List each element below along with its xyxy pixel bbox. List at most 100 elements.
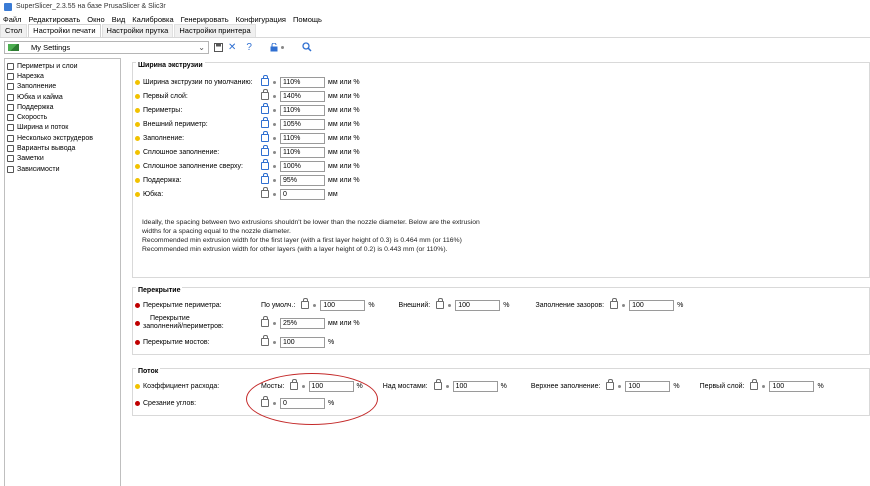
sidebar-item-dependencies[interactable]: Зависимости — [5, 164, 120, 174]
extrusion-note: Ideally, the spacing between two extrusi… — [142, 219, 480, 253]
infill-overlap-input[interactable]: 25% — [280, 317, 325, 329]
menu-configuration[interactable]: Конфигурация — [236, 15, 286, 24]
app-icon — [4, 2, 12, 11]
unlock-icon[interactable] — [261, 103, 269, 114]
lock-icon[interactable] — [606, 379, 615, 390]
menu-help[interactable]: Помощь — [293, 15, 322, 24]
perimeter-overlap-default-input[interactable]: 100 — [320, 299, 366, 311]
bullet-icon — [273, 340, 276, 344]
lock-icon[interactable] — [610, 298, 619, 309]
bullet-icon — [273, 94, 276, 98]
settings-sidebar: Периметры и слои Нарезка Заполнение Юбка… — [4, 58, 121, 486]
infill-icon — [7, 83, 14, 91]
extrusion-row: Сплошное заполнение: 110% мм или % — [133, 145, 360, 158]
extrusion-row: Ширина экструзии по умолчанию: 110% мм и… — [133, 75, 360, 88]
lock-icon[interactable] — [261, 335, 269, 346]
extrusion-row: Сплошное заполнение сверху: 100% мм или … — [133, 159, 360, 172]
skirt-width-input[interactable]: 0 — [280, 188, 325, 200]
status-dot — [135, 302, 140, 308]
menu-edit[interactable]: Редактировать — [28, 15, 80, 24]
delete-preset-icon[interactable]: ✕ — [228, 41, 236, 53]
search-icon[interactable] — [302, 41, 312, 53]
sidebar-item-notes[interactable]: Заметки — [5, 154, 120, 164]
unlock-icon[interactable] — [261, 131, 269, 142]
tab-filament-settings[interactable]: Настройки прутка — [101, 24, 174, 37]
chevron-down-icon: ⌄ — [198, 42, 205, 52]
layers-icon — [7, 62, 14, 70]
save-preset-icon[interactable] — [214, 41, 223, 53]
menu-file[interactable]: Файл — [3, 15, 21, 24]
top-solid-infill-width-input[interactable]: 100% — [280, 160, 325, 172]
external-perimeter-width-input[interactable]: 105% — [280, 118, 325, 130]
unlock-icon[interactable] — [261, 117, 269, 128]
sidebar-item-layers-perimeters[interactable]: Периметры и слои — [5, 61, 120, 71]
menu-calibration[interactable]: Калибровка — [132, 15, 173, 24]
support-width-input[interactable]: 95% — [280, 174, 325, 186]
lock-icon[interactable] — [436, 298, 445, 309]
status-dot — [135, 107, 140, 113]
bridges-overlap-row: Перекрытие мостов: 100 % — [133, 335, 334, 348]
tab-plater[interactable]: Стол — [0, 24, 28, 37]
help-icon[interactable]: ? — [246, 41, 252, 53]
sidebar-item-multiple-extruders[interactable]: Несколько экструдеров — [5, 133, 120, 143]
output-icon — [7, 145, 14, 153]
unlock-icon[interactable] — [261, 173, 269, 184]
first-layer-flow-input[interactable]: 100 — [769, 380, 815, 392]
preset-name: My Settings — [31, 42, 71, 52]
lock-icon[interactable] — [261, 89, 269, 100]
bullet-icon — [762, 384, 766, 388]
status-dot — [135, 149, 140, 155]
sidebar-item-slicing[interactable]: Нарезка — [5, 71, 120, 81]
menu-window[interactable]: Окно — [87, 15, 104, 24]
status-dot — [135, 79, 140, 85]
preset-flag-icon — [8, 43, 19, 51]
lock-icon[interactable] — [261, 187, 269, 198]
menu-view[interactable]: Вид — [112, 15, 126, 24]
perimeters-width-input[interactable]: 110% — [280, 104, 325, 116]
tab-printer-settings[interactable]: Настройки принтера — [174, 24, 256, 37]
bridges-overlap-input[interactable]: 100 — [280, 336, 325, 348]
preset-dropdown[interactable]: My Settings ⌄ — [4, 40, 209, 54]
extrusion-row: Периметры: 110% мм или % — [133, 103, 360, 116]
status-dot — [135, 383, 140, 389]
over-bridge-flow-input[interactable]: 100 — [452, 380, 498, 392]
external-perimeter-overlap-input[interactable]: 100 — [455, 299, 501, 311]
sidebar-item-output-options[interactable]: Варианты вывода — [5, 143, 120, 153]
status-dot — [135, 191, 140, 197]
lock-mode-icon[interactable] — [270, 41, 278, 53]
tab-print-settings[interactable]: Настройки печати — [28, 24, 101, 37]
lock-icon[interactable] — [261, 316, 269, 327]
unlock-icon[interactable] — [261, 145, 269, 156]
extrusion-row: Поддержка: 95% мм или % — [133, 173, 360, 186]
sidebar-item-skirt-brim[interactable]: Юбка и кайма — [5, 92, 120, 102]
extrusion-width-group: Ширина экструзии Ширина экструзии по умо… — [132, 62, 870, 278]
lock-icon[interactable] — [750, 379, 759, 390]
infill-overlap-row: Перекрытие заполнений/периметров: 25% мм … — [133, 314, 360, 332]
sidebar-item-width-flow[interactable]: Ширина и поток — [5, 123, 120, 133]
default-width-input[interactable]: 110% — [280, 76, 325, 88]
bullet-icon — [273, 321, 276, 325]
sidebar-item-support[interactable]: Поддержка — [5, 102, 120, 112]
sidebar-item-speed[interactable]: Скорость — [5, 112, 120, 122]
status-dot — [135, 400, 140, 406]
menu-generate[interactable]: Генерировать — [181, 15, 229, 24]
first-layer-width-input[interactable]: 140% — [280, 90, 325, 102]
unlock-icon[interactable] — [261, 75, 269, 86]
lock-icon[interactable] — [433, 379, 442, 390]
bullet-icon — [622, 303, 626, 307]
unlock-icon[interactable] — [261, 159, 269, 170]
bullet-icon — [273, 108, 276, 112]
status-dot — [135, 320, 140, 326]
top-infill-flow-input[interactable]: 100 — [625, 380, 671, 392]
infill-width-input[interactable]: 110% — [280, 132, 325, 144]
solid-infill-width-input[interactable]: 110% — [280, 146, 325, 158]
status-dot — [135, 93, 140, 99]
gap-fill-overlap-input[interactable]: 100 — [629, 299, 675, 311]
bullet-icon — [445, 384, 449, 388]
extrusion-row: Юбка: 0 мм — [133, 187, 338, 200]
lock-icon[interactable] — [301, 298, 310, 309]
sidebar-item-infill[interactable]: Заполнение — [5, 82, 120, 92]
bullet-icon — [448, 303, 452, 307]
extrusion-row: Внешний периметр: 105% мм или % — [133, 117, 360, 130]
width-flow-icon — [7, 124, 14, 132]
